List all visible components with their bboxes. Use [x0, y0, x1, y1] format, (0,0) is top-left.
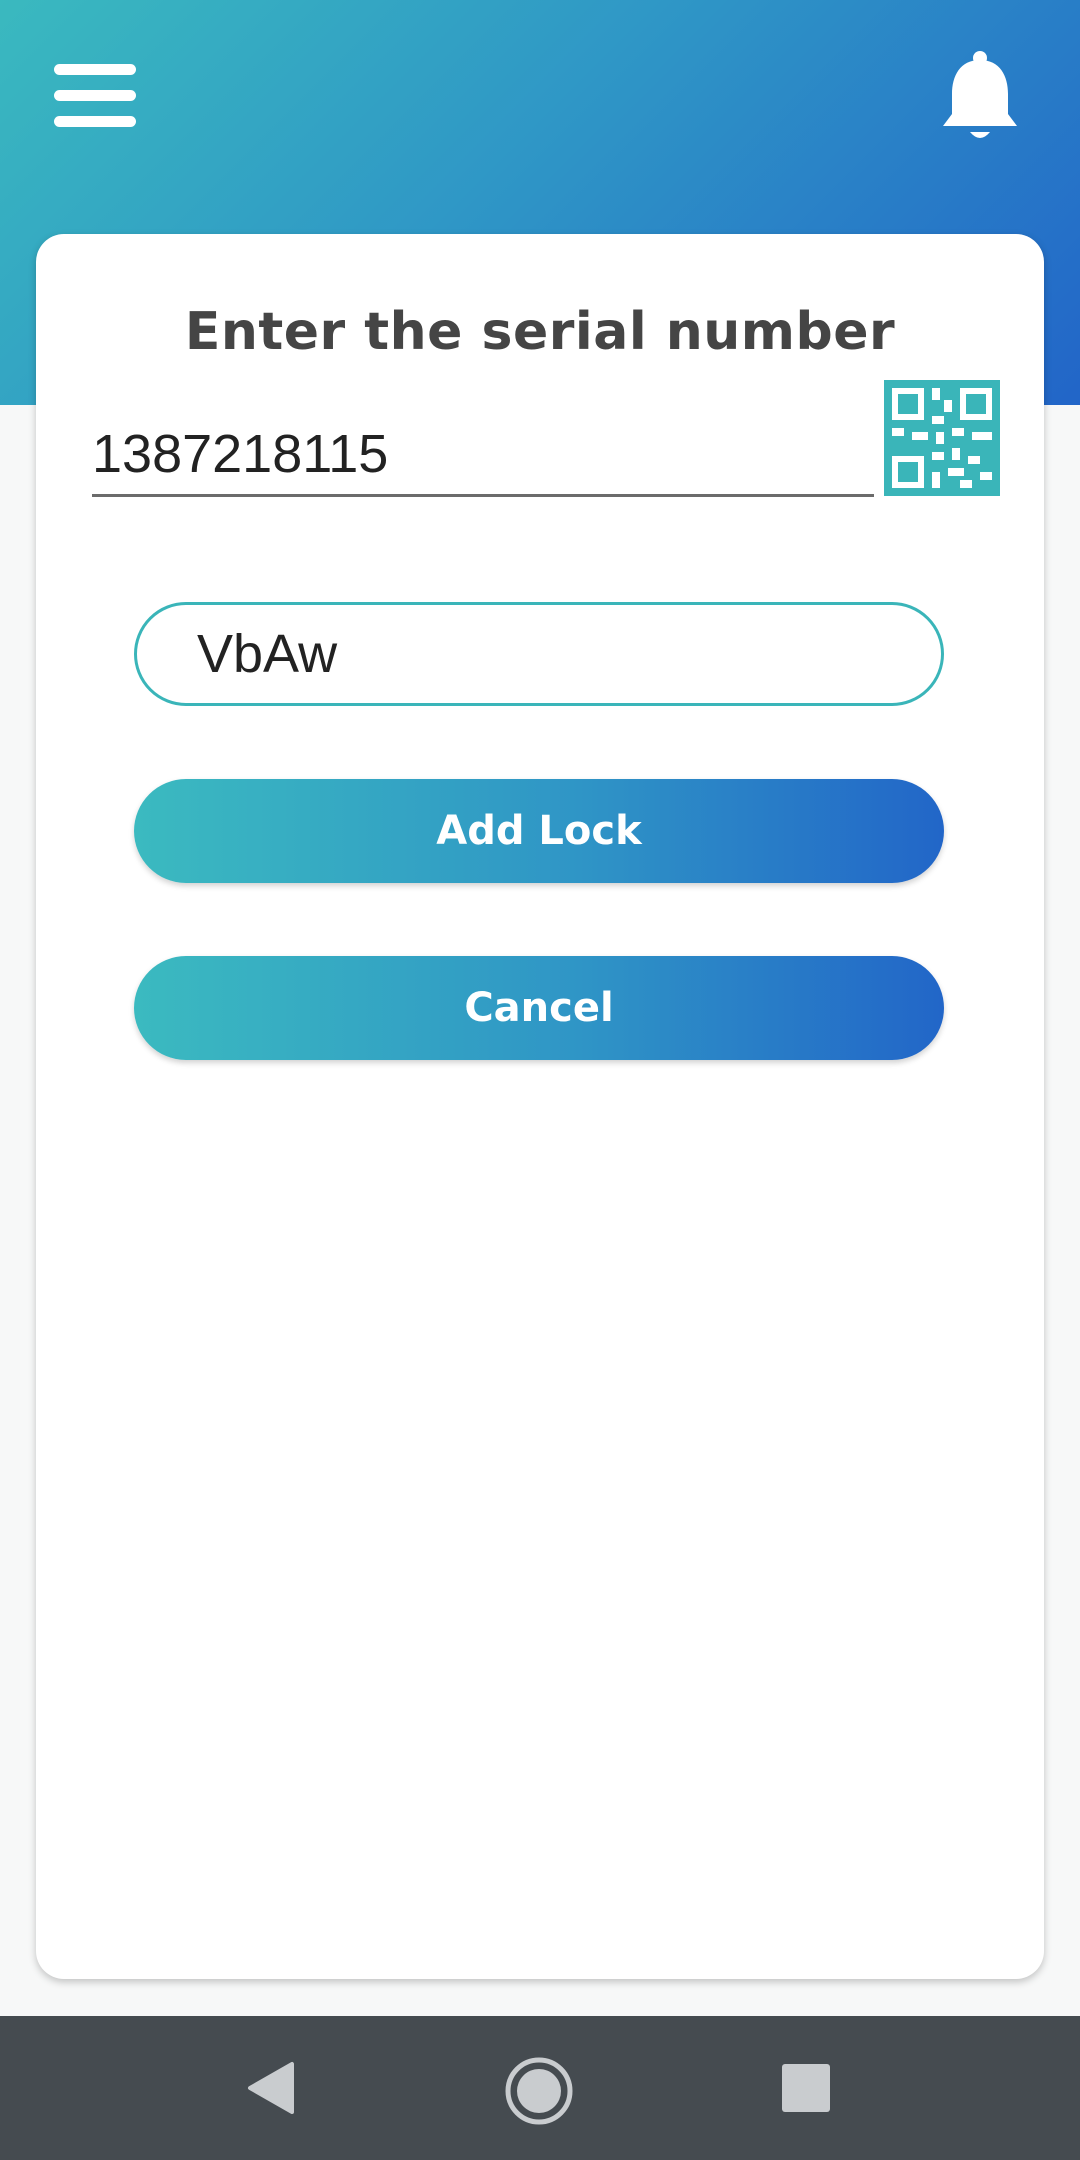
serial-number-input[interactable] [92, 414, 874, 497]
card-title: Enter the serial number [184, 302, 896, 362]
cancel-button[interactable]: Cancel [134, 956, 944, 1060]
add-lock-button[interactable]: Add Lock [134, 779, 944, 883]
home-circle-icon[interactable] [504, 2056, 574, 2126]
hamburger-menu-icon[interactable] [50, 62, 140, 128]
lock-code-input[interactable] [134, 602, 944, 706]
recents-square-icon[interactable] [782, 2064, 830, 2112]
bell-icon[interactable] [940, 48, 1020, 144]
add-lock-card: Enter the serial number 1387218115 VbAw … [36, 234, 1044, 1979]
system-navigation-bar [0, 2016, 1080, 2160]
back-triangle-icon[interactable] [244, 2060, 296, 2116]
qr-code-icon[interactable] [884, 380, 1000, 496]
